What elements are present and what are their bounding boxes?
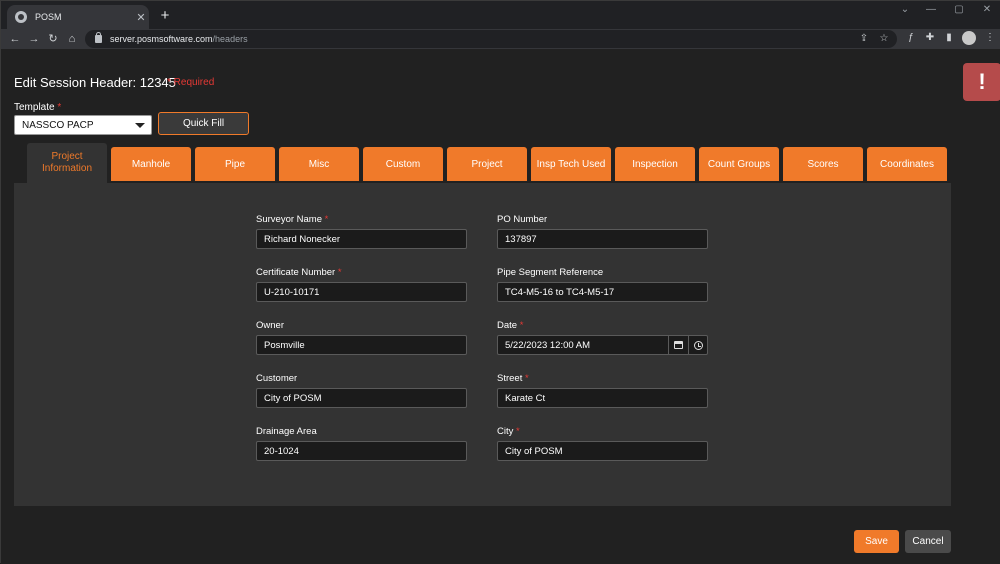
city-label: City * <box>497 426 708 438</box>
browser-tab-title: POSM <box>35 12 62 22</box>
form-panel: Surveyor Name * Richard Nonecker Certifi… <box>14 183 951 506</box>
po-number-field: PO Number 137897 <box>497 214 708 249</box>
date-label: Date * <box>497 320 708 332</box>
street-input[interactable]: Karate Ct <box>497 388 708 408</box>
home-icon[interactable]: ⌂ <box>65 31 79 47</box>
template-selected-value: NASSCO PACP <box>22 120 94 131</box>
alert-button[interactable]: ! <box>963 63 1000 101</box>
puzzle-icon[interactable]: ✚ <box>923 32 937 43</box>
browser-window: POSM ✕ + ⌄ — ▢ ✕ ← → ↻ ⌂ server.posmsoft… <box>0 0 1000 564</box>
tab-coordinates[interactable]: Coordinates <box>867 147 947 181</box>
street-field: Street * Karate Ct <box>497 373 708 408</box>
chevron-down-icon <box>135 123 145 128</box>
tab-strip: POSM ✕ + ⌄ — ▢ ✕ <box>1 1 1000 29</box>
city-label-text: City <box>497 426 514 437</box>
required-mark: * <box>525 373 529 384</box>
navigation-bar: ← → ↻ ⌂ server.posmsoftware.com/headers … <box>1 29 1000 49</box>
cancel-button[interactable]: Cancel <box>905 530 951 553</box>
new-tab-button[interactable]: + <box>157 7 173 25</box>
surveyor-name-input[interactable]: Richard Nonecker <box>256 229 467 249</box>
date-field: Date * 5/22/2023 12:00 AM <box>497 320 708 355</box>
close-tab-icon[interactable]: ✕ <box>133 11 149 24</box>
city-input[interactable]: City of POSM <box>497 441 708 461</box>
required-note: * Required <box>167 77 215 88</box>
owner-input[interactable]: Posmville <box>256 335 467 355</box>
forward-icon[interactable]: → <box>27 31 41 47</box>
tab-project-information[interactable]: Project Information <box>27 143 107 183</box>
tab-manhole[interactable]: Manhole <box>111 147 191 181</box>
owner-label: Owner <box>256 320 284 331</box>
tab-pipe[interactable]: Pipe <box>195 147 275 181</box>
tab-custom[interactable]: Custom <box>363 147 443 181</box>
time-picker-button[interactable] <box>688 335 708 355</box>
maximize-button[interactable]: ▢ <box>949 4 969 15</box>
url-path: /headers <box>212 34 248 44</box>
save-button[interactable]: Save <box>854 530 899 553</box>
required-mark: * <box>519 320 524 331</box>
tab-count-groups[interactable]: Count Groups <box>699 147 779 181</box>
page-content: Edit Session Header: 12345 * Required ! … <box>1 49 1000 564</box>
owner-field: Owner Posmville <box>256 320 467 355</box>
tab-project[interactable]: Project <box>447 147 527 181</box>
template-label: Template * <box>14 102 61 113</box>
po-number-input[interactable]: 137897 <box>497 229 708 249</box>
globe-icon <box>15 11 27 23</box>
side-panel-icon[interactable]: ▮ <box>942 32 956 43</box>
pipe-segment-reference-field: Pipe Segment Reference TC4-M5-16 to TC4-… <box>497 267 708 302</box>
tab-insp-tech-used[interactable]: Insp Tech Used <box>531 147 611 181</box>
street-label-text: Street <box>497 373 523 384</box>
minimize-button[interactable]: — <box>921 4 941 15</box>
surveyor-name-label: Surveyor Name * <box>256 214 467 226</box>
date-value: 5/22/2023 12:00 AM <box>505 340 591 351</box>
required-mark: * <box>324 214 329 225</box>
extension-icon[interactable]: ƒ <box>904 32 918 43</box>
browser-tab[interactable]: POSM ✕ <box>7 5 149 29</box>
date-input[interactable]: 5/22/2023 12:00 AM <box>497 335 708 355</box>
pipe-segment-reference-input[interactable]: TC4-M5-16 to TC4-M5-17 <box>497 282 708 302</box>
drainage-area-label: Drainage Area <box>256 426 317 437</box>
back-icon[interactable]: ← <box>8 31 22 47</box>
profile-avatar[interactable] <box>962 31 976 45</box>
drainage-area-input[interactable]: 20-1024 <box>256 441 467 461</box>
lock-icon <box>95 32 102 43</box>
exclamation-icon: ! <box>978 69 986 94</box>
menu-icon[interactable]: ⋮ <box>983 32 997 43</box>
required-mark: * <box>57 102 62 113</box>
clock-icon <box>694 340 703 350</box>
address-bar[interactable]: server.posmsoftware.com/headers ⇪ ☆ <box>85 30 897 48</box>
required-mark: * <box>516 426 520 437</box>
reload-icon[interactable]: ↻ <box>46 31 60 47</box>
close-window-button[interactable]: ✕ <box>977 4 997 15</box>
page-title: Edit Session Header: 12345 <box>14 75 176 90</box>
certificate-number-input[interactable]: U-210-10171 <box>256 282 467 302</box>
certificate-number-label: Certificate Number * <box>256 267 467 279</box>
tab-misc[interactable]: Misc <box>279 147 359 181</box>
share-icon[interactable]: ⇪ <box>858 33 870 44</box>
date-label-text: Date <box>497 320 518 331</box>
calendar-button[interactable] <box>668 335 688 355</box>
po-number-label: PO Number <box>497 214 548 225</box>
tab-scores[interactable]: Scores <box>783 147 863 181</box>
pipe-segment-reference-label: Pipe Segment Reference <box>497 267 604 278</box>
city-field: City * City of POSM <box>497 426 708 461</box>
template-select[interactable]: NASSCO PACP <box>14 115 152 135</box>
tab-inspection[interactable]: Inspection <box>615 147 695 181</box>
certificate-number-field: Certificate Number * U-210-10171 <box>256 267 467 302</box>
template-label-text: Template <box>14 102 55 113</box>
surveyor-name-label-text: Surveyor Name <box>256 214 322 225</box>
customer-input[interactable]: City of POSM <box>256 388 467 408</box>
calendar-icon <box>674 341 683 349</box>
tab-search-icon[interactable]: ⌄ <box>895 4 915 15</box>
surveyor-name-field: Surveyor Name * Richard Nonecker <box>256 214 467 249</box>
required-mark: * <box>337 267 342 278</box>
street-label: Street * <box>497 373 708 385</box>
url-host: server.posmsoftware.com <box>110 34 213 44</box>
quick-fill-button[interactable]: Quick Fill <box>158 112 249 135</box>
customer-field: Customer City of POSM <box>256 373 467 408</box>
drainage-area-field: Drainage Area 20-1024 <box>256 426 467 461</box>
bookmark-star-icon[interactable]: ☆ <box>878 33 890 44</box>
certificate-number-label-text: Certificate Number <box>256 267 336 278</box>
customer-label: Customer <box>256 373 298 384</box>
